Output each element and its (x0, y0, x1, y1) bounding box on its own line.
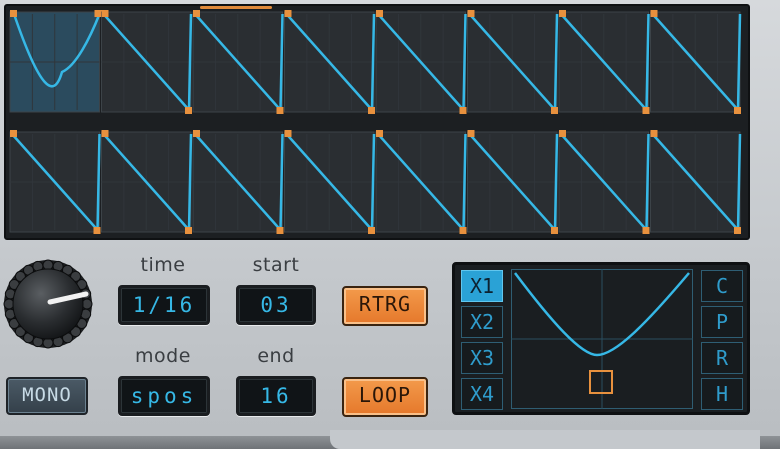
time-display[interactable]: 1/16 (118, 285, 210, 325)
step-start-handle[interactable] (467, 130, 475, 137)
step-start-handle[interactable] (467, 10, 475, 17)
time-label: time (140, 254, 186, 276)
start-display[interactable]: 03 (236, 285, 316, 325)
mode-display[interactable]: spos (118, 376, 210, 416)
step-start-handle[interactable] (10, 130, 17, 137)
loop-button[interactable]: LOOP (342, 377, 428, 417)
speed-x2-button[interactable]: X2 (461, 306, 503, 338)
step-end-handle[interactable] (459, 107, 467, 114)
hold-button[interactable]: H (701, 378, 743, 410)
curve-button[interactable]: C (701, 270, 743, 302)
step-end-handle[interactable] (368, 107, 375, 114)
step-start-handle[interactable] (559, 10, 566, 17)
end-display[interactable]: 16 (236, 376, 316, 416)
step-start-handle[interactable] (650, 130, 658, 137)
bottom-notch (330, 430, 760, 449)
rate-knob[interactable] (2, 258, 94, 350)
step-start-handle[interactable] (193, 10, 200, 17)
step-end-handle[interactable] (94, 10, 102, 17)
shape-preview[interactable] (511, 269, 693, 409)
lfo-step-editor: time start mode end 1/16 03 spos 16 MONO… (0, 0, 780, 449)
mono-button[interactable]: MONO (6, 377, 88, 415)
mode-label: mode (135, 345, 191, 367)
step-start-handle[interactable] (101, 10, 109, 17)
speed-x3-button[interactable]: X3 (461, 342, 503, 374)
step-start-handle[interactable] (284, 10, 292, 17)
step-end-handle[interactable] (551, 227, 558, 234)
step-start-handle[interactable] (559, 130, 566, 137)
step-end-handle[interactable] (185, 107, 192, 114)
ramp-button[interactable]: R (701, 342, 743, 374)
step-start-handle[interactable] (284, 130, 292, 137)
step-end-handle[interactable] (276, 227, 284, 234)
scroll-indicator[interactable] (200, 6, 272, 9)
step-end-handle[interactable] (734, 227, 741, 234)
step-end-handle[interactable] (459, 227, 467, 234)
lfo-shape-panel: X1 X2 X3 X4 C P R H (452, 262, 750, 415)
step-start-handle[interactable] (376, 130, 383, 137)
start-label: start (252, 254, 300, 276)
step-start-handle[interactable] (101, 130, 109, 137)
step-end-handle[interactable] (734, 107, 741, 114)
step-end-handle[interactable] (185, 227, 192, 234)
step-start-handle[interactable] (193, 130, 200, 137)
step-start-handle[interactable] (10, 10, 17, 17)
step-start-handle[interactable] (650, 10, 658, 17)
shape-handle[interactable] (589, 370, 613, 394)
step-grid[interactable] (4, 4, 750, 240)
pulse-button[interactable]: P (701, 306, 743, 338)
speed-x1-button[interactable]: X1 (461, 270, 503, 302)
end-label: end (257, 345, 295, 367)
step-start-handle[interactable] (376, 10, 383, 17)
retrigger-button[interactable]: RTRG (342, 286, 428, 326)
step-end-handle[interactable] (551, 107, 558, 114)
step-end-handle[interactable] (93, 227, 101, 234)
step-end-handle[interactable] (276, 107, 284, 114)
step-end-handle[interactable] (642, 227, 650, 234)
step-grid-canvas[interactable] (6, 6, 752, 242)
step-end-handle[interactable] (642, 107, 650, 114)
step-end-handle[interactable] (368, 227, 375, 234)
speed-x4-button[interactable]: X4 (461, 378, 503, 410)
